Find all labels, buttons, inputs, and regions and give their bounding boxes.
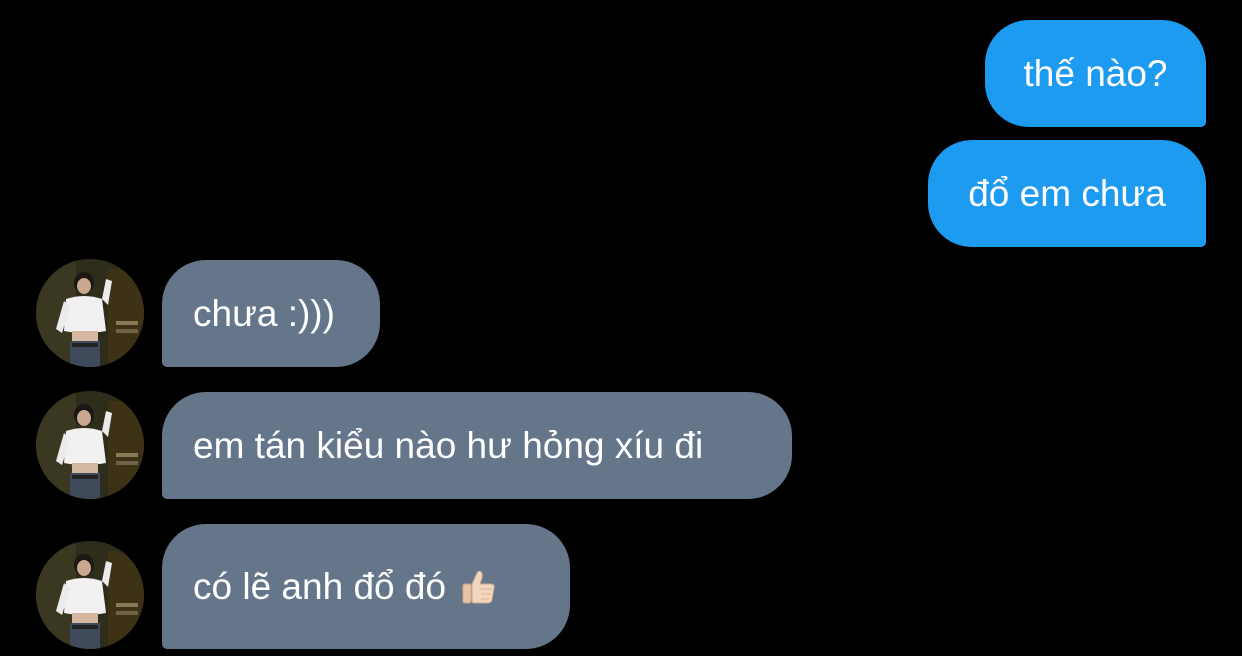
received-message-bubble[interactable]: chưa :))) xyxy=(162,260,380,367)
received-message-bubble[interactable]: có lẽ anh đổ đó xyxy=(162,524,570,649)
contact-avatar[interactable] xyxy=(36,391,144,499)
message-text: thế nào? xyxy=(1023,53,1168,94)
avatar-photo-icon xyxy=(36,259,144,367)
avatar-photo-icon xyxy=(36,541,144,649)
chat-thread: thế nào? đổ em chưa chưa :))) em tán kiể… xyxy=(0,0,1242,656)
contact-avatar[interactable] xyxy=(36,259,144,367)
sent-message-bubble[interactable]: đổ em chưa xyxy=(928,140,1206,247)
thumbs-up-icon xyxy=(458,567,498,607)
sent-message-bubble[interactable]: thế nào? xyxy=(985,20,1206,127)
received-message-bubble[interactable]: em tán kiểu nào hư hỏng xíu đi xyxy=(162,392,792,499)
contact-avatar[interactable] xyxy=(36,541,144,649)
message-text: chưa :))) xyxy=(193,293,335,334)
message-text: có lẽ anh đổ đó xyxy=(193,566,447,607)
message-text: em tán kiểu nào hư hỏng xíu đi xyxy=(193,425,704,466)
avatar-photo-icon xyxy=(36,391,144,499)
message-text: đổ em chưa xyxy=(968,173,1166,214)
